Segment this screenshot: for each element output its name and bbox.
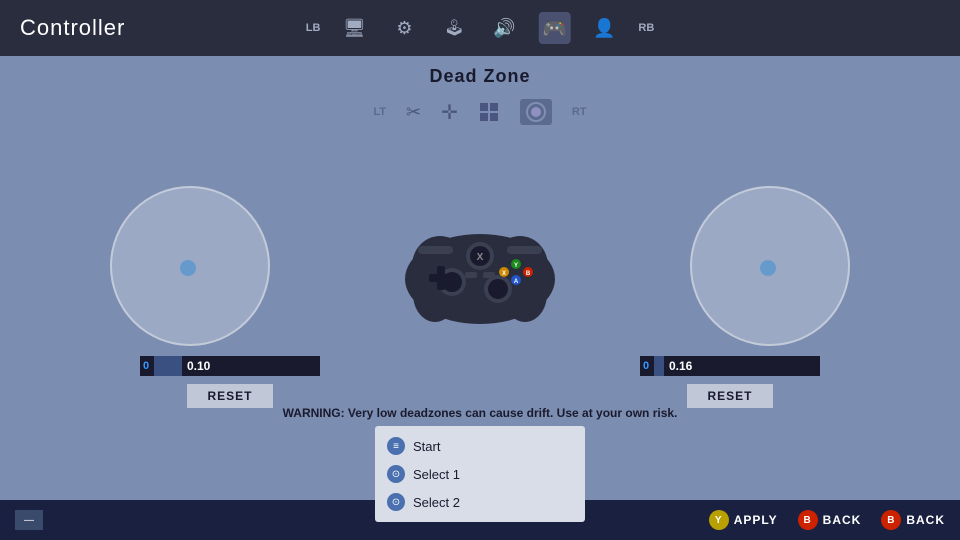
popup-menu: ≡ Start ⊙ Select 1 ⊙ Select 2: [375, 426, 585, 522]
lb-label: LB: [306, 12, 321, 44]
bottom-right: Y APPLY B BACK B BACK: [709, 510, 945, 530]
section-title: Dead Zone: [0, 66, 960, 87]
nav-icons: LB 🖥 ⚙ 🕹 🔊 🎮 👤 RB: [306, 12, 655, 44]
page-title: Controller: [20, 15, 125, 41]
back-button-2[interactable]: B BACK: [881, 510, 945, 530]
b-button-icon-1: B: [798, 510, 818, 530]
right-reset-button[interactable]: RESET: [687, 384, 772, 408]
profile-icon[interactable]: 👤: [588, 12, 620, 44]
move-icon[interactable]: ✛: [441, 100, 458, 125]
select2-icon: ⊙: [387, 493, 405, 511]
controller-settings-icon[interactable]: 🕹: [438, 12, 470, 44]
back-label-1: BACK: [823, 513, 862, 527]
left-slider-prefix: 0: [143, 360, 149, 372]
right-slider-value: 0.16: [669, 359, 692, 373]
right-slider-prefix: 0: [643, 360, 649, 372]
b-button-icon-2: B: [881, 510, 901, 530]
main-content: Dead Zone LT ✂ ✛ RT: [0, 56, 960, 500]
gear-icon[interactable]: ⚙: [388, 12, 420, 44]
svg-text:A: A: [514, 279, 519, 285]
right-joystick-dot: [760, 260, 776, 276]
svg-text:X: X: [502, 271, 506, 277]
monitor-icon[interactable]: 🖥: [338, 12, 370, 44]
left-reset-button[interactable]: RESET: [187, 384, 272, 408]
y-button-icon: Y: [709, 510, 729, 530]
tab-row: LT ✂ ✛ RT: [0, 99, 960, 125]
popup-select1-label: Select 1: [413, 467, 460, 482]
left-slider-group: 0 0.10 RESET: [140, 356, 320, 408]
warning-text: WARNING: Very low deadzones can cause dr…: [0, 406, 960, 420]
sound-icon[interactable]: 🔊: [488, 12, 520, 44]
left-slider-fill: [154, 356, 182, 376]
controller-image: X Y B A X: [380, 196, 580, 336]
left-joystick-circle[interactable]: [110, 186, 270, 346]
popup-select2[interactable]: ⊙ Select 2: [375, 488, 585, 516]
top-bar: Controller LB 🖥 ⚙ 🕹 🔊 🎮 👤 RB: [0, 0, 960, 56]
popup-start-label: Start: [413, 439, 440, 454]
lt-label[interactable]: LT: [373, 106, 386, 118]
rt-label: RT: [572, 106, 587, 118]
start-icon: ≡: [387, 437, 405, 455]
left-joystick-dot: [180, 260, 196, 276]
minus-label: —: [24, 515, 34, 526]
svg-text:Y: Y: [514, 263, 518, 269]
right-joystick-circle[interactable]: [690, 186, 850, 346]
right-slider-fill: [654, 356, 664, 376]
left-slider-value: 0.10: [187, 359, 210, 373]
scissors-icon[interactable]: ✂: [406, 102, 421, 123]
rb-label: RB: [638, 12, 654, 44]
gamepad-active-icon[interactable]: 🎮: [538, 12, 570, 44]
deadzone-circle-icon[interactable]: [520, 99, 552, 125]
apply-label: APPLY: [734, 513, 778, 527]
back-label-2: BACK: [906, 513, 945, 527]
grid-icon[interactable]: [478, 101, 500, 123]
popup-select1[interactable]: ⊙ Select 1: [375, 460, 585, 488]
right-slider-track[interactable]: 0 0.16: [640, 356, 820, 376]
popup-start[interactable]: ≡ Start: [375, 432, 585, 460]
svg-text:X: X: [477, 252, 484, 263]
minus-button[interactable]: —: [15, 510, 43, 530]
right-slider-group: 0 0.16 RESET: [640, 356, 820, 408]
svg-text:B: B: [526, 271, 531, 277]
back-button-1[interactable]: B BACK: [798, 510, 862, 530]
bottom-left: —: [15, 510, 43, 530]
apply-button[interactable]: Y APPLY: [709, 510, 778, 530]
left-slider-track[interactable]: 0 0.10: [140, 356, 320, 376]
popup-select2-label: Select 2: [413, 495, 460, 510]
select1-icon: ⊙: [387, 465, 405, 483]
